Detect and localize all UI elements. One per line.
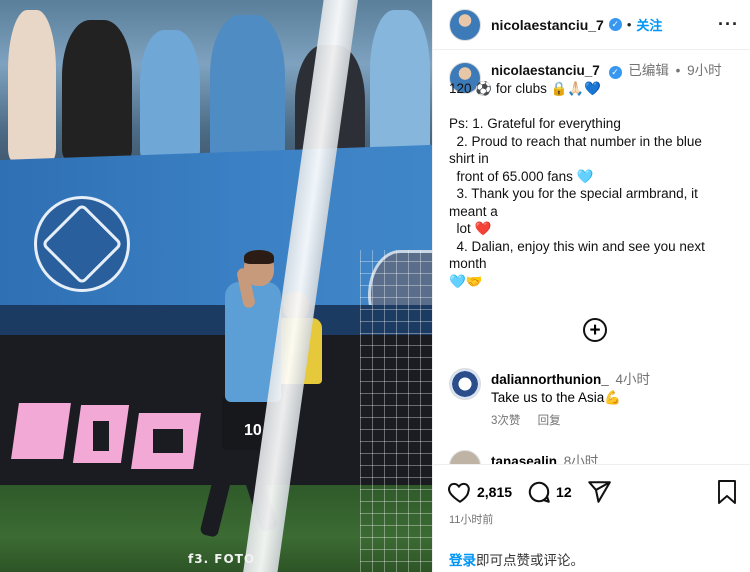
post-caption: nicolaestanciu_7 ✓ 已编辑 • 9小时 120 ⚽ for c… (449, 62, 749, 290)
edited-label: 已编辑 (628, 63, 669, 78)
bookmark-icon[interactable] (715, 479, 741, 505)
follow-button[interactable]: 关注 (636, 15, 662, 34)
fan (8, 10, 56, 160)
fan (370, 10, 430, 160)
verified-badge-icon: ✓ (608, 65, 622, 79)
comment-reply-button[interactable]: 回复 (538, 415, 561, 427)
verified-badge-icon: ✓ (608, 18, 622, 31)
avatar[interactable] (449, 8, 481, 41)
comment-avatar[interactable] (449, 368, 481, 400)
fan (140, 30, 200, 160)
jersey-number: 10 (244, 422, 262, 439)
like-count[interactable]: 2,815 (477, 484, 512, 500)
header-username[interactable]: nicolaestanciu_7 (491, 17, 604, 33)
comment-time: 4小时 (615, 372, 651, 387)
comment-likes[interactable]: 3次赞 (491, 415, 520, 427)
comment-item: daliannorthunion_ 4小时 Take us to the Asi… (449, 368, 749, 428)
separator-dot: • (675, 63, 681, 78)
comment-icon[interactable] (526, 479, 552, 505)
caption-time[interactable]: 9小时 (687, 63, 722, 78)
photo-watermark: f3. FOTO (188, 552, 256, 566)
fan (210, 15, 285, 165)
separator-dot: • (626, 17, 632, 32)
login-prompt: 登录即可点赞或评论。 (449, 549, 584, 569)
heart-icon[interactable] (447, 479, 473, 505)
post-photo[interactable]: 10 f3. FOTO (0, 0, 432, 572)
post-actions-bar: 2,815 12 11小时前 登录即可点赞或评论。 (433, 464, 750, 572)
goal-net (360, 250, 432, 572)
fan (62, 20, 132, 160)
player-hair (244, 250, 274, 264)
caption-text: 120 ⚽ for clubs 🔒🙏🏻💙 Ps: 1. Grateful for… (449, 81, 705, 289)
share-icon[interactable] (586, 479, 612, 505)
post-header: nicolaestanciu_7 ✓ • 关注 ··· (433, 0, 750, 50)
load-more-comments-button[interactable]: + (583, 318, 607, 342)
caption-username[interactable]: nicolaestanciu_7 (491, 63, 600, 78)
post-details-panel: nicolaestanciu_7 ✓ • 关注 ··· nicolaestanc… (432, 0, 750, 572)
club-crest (34, 196, 130, 292)
login-link[interactable]: 登录 (449, 553, 476, 568)
login-prompt-text: 即可点赞或评论。 (476, 553, 584, 568)
pink-sponsor-logo (11, 395, 201, 473)
more-options-icon[interactable]: ··· (718, 14, 739, 35)
comment-count[interactable]: 12 (556, 484, 572, 500)
comment-text: Take us to the Asia💪 (491, 390, 622, 405)
post-time-ago[interactable]: 11小时前 (449, 511, 493, 527)
comment-username[interactable]: daliannorthunion_ (491, 372, 609, 387)
